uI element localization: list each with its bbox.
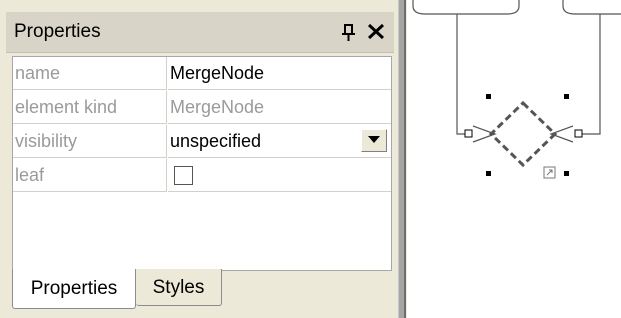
close-icon[interactable] <box>364 17 388 45</box>
tab-styles[interactable]: Styles <box>136 269 222 306</box>
properties-titlebar: Properties <box>6 12 394 53</box>
property-row-name: name MergeNode <box>13 57 391 90</box>
upper-node-left <box>412 0 520 15</box>
diagram-canvas[interactable] <box>407 0 621 318</box>
incoming-edge-left <box>456 14 469 135</box>
selection-handle <box>564 171 569 176</box>
property-label: name <box>13 57 167 90</box>
element-kind-value: MergeNode <box>168 91 391 124</box>
property-row-visibility: visibility unspecified <box>13 125 391 158</box>
merge-node <box>488 100 558 168</box>
property-grid: name MergeNode element kind MergeNode vi… <box>12 56 392 271</box>
property-label: element kind <box>13 91 167 124</box>
leaf-checkbox[interactable] <box>174 166 193 185</box>
leaf-value-cell <box>168 159 391 192</box>
selection-handle <box>486 171 491 176</box>
selection-handle <box>564 94 569 99</box>
tab-properties[interactable]: Properties <box>12 269 136 309</box>
property-label: leaf <box>13 159 167 192</box>
property-label: visibility <box>13 125 167 158</box>
pane-splitter-edge <box>404 0 406 318</box>
name-value-field[interactable]: MergeNode <box>168 57 391 90</box>
visibility-select[interactable]: unspecified <box>168 125 391 158</box>
pin-icon[interactable] <box>338 18 360 46</box>
resize-icon <box>543 166 556 179</box>
property-row-leaf: leaf <box>13 159 391 192</box>
incoming-edge-right <box>577 14 601 135</box>
properties-panel: Properties name MergeNode element kind M… <box>0 0 400 318</box>
selection-handle <box>486 94 491 99</box>
panel-title: Properties <box>14 21 101 42</box>
port-right <box>574 129 583 138</box>
upper-node-right <box>562 0 621 15</box>
chevron-down-icon <box>368 136 380 143</box>
port-left <box>464 129 473 138</box>
panel-tabbar: Properties Styles <box>12 269 390 309</box>
property-row-element-kind: element kind MergeNode <box>13 91 391 124</box>
visibility-selected-value: unspecified <box>170 131 262 151</box>
dropdown-button[interactable] <box>361 129 387 152</box>
